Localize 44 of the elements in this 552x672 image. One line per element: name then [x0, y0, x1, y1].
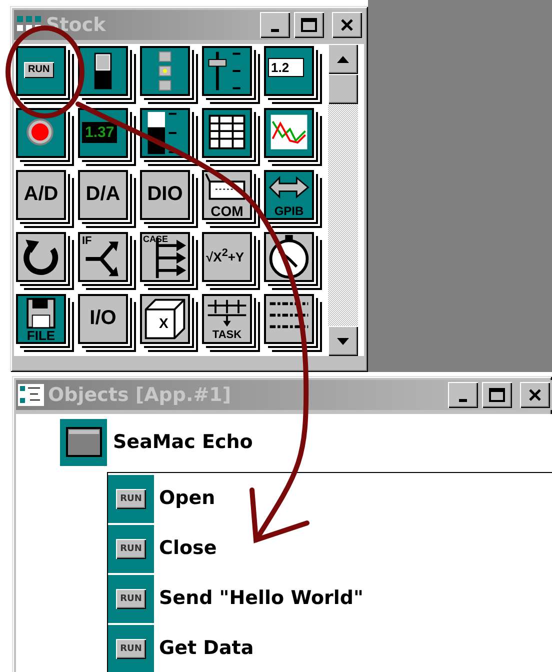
maximize-icon: [489, 388, 505, 402]
minimize-button[interactable]: [260, 12, 290, 38]
loop-icon: [24, 240, 58, 275]
maximize-icon: [301, 18, 317, 32]
bar-meter-icon: [148, 112, 178, 154]
tree-item[interactable]: SeaMac Echo: [113, 431, 253, 453]
close-icon: [528, 388, 542, 402]
minimize-button[interactable]: [448, 382, 478, 408]
down-arrow-icon: [337, 338, 349, 344]
stopwatch-icon: [269, 234, 309, 279]
double-arrow-icon: [268, 176, 310, 199]
run-object-icon: RUN: [108, 475, 154, 523]
numbered-list-icon: [268, 302, 310, 328]
table-icon: [208, 114, 246, 150]
run-object-icon: RUN: [108, 625, 154, 672]
record-light-icon: [26, 118, 54, 146]
run-object-icon: RUN: [108, 575, 154, 623]
line-chart-icon: [270, 114, 308, 150]
slider-icon: [208, 52, 242, 90]
scrollbar[interactable]: [328, 44, 358, 356]
tree-item[interactable]: Send "Hello World": [159, 587, 364, 609]
run-object-icon: RUN: [108, 525, 154, 573]
close-button[interactable]: [332, 12, 362, 38]
maximize-button[interactable]: [294, 12, 324, 38]
serial-connector-icon: [205, 173, 246, 200]
maximize-button[interactable]: [482, 382, 512, 408]
window-title: Objects [App.#1]: [48, 384, 232, 406]
parallel-arrows-icon: [206, 298, 248, 327]
window-object-icon: [60, 418, 107, 466]
minimize-icon: [459, 398, 467, 402]
up-arrow-icon: [337, 56, 349, 62]
tree-item[interactable]: Open: [159, 487, 216, 509]
scroll-thumb[interactable]: [328, 74, 358, 104]
indicator-lights-icon: [158, 51, 172, 91]
minimize-icon: [271, 28, 279, 32]
close-button[interactable]: [520, 382, 550, 408]
tree-view-icon: [18, 384, 44, 406]
scroll-up-button[interactable]: [328, 44, 358, 74]
tree-item[interactable]: Get Data: [159, 637, 254, 659]
toggle-switch-icon: [94, 52, 112, 90]
cube-icon: [144, 298, 186, 340]
close-icon: [340, 18, 354, 32]
scroll-down-button[interactable]: [328, 326, 358, 356]
tree-item[interactable]: Close: [159, 537, 217, 559]
